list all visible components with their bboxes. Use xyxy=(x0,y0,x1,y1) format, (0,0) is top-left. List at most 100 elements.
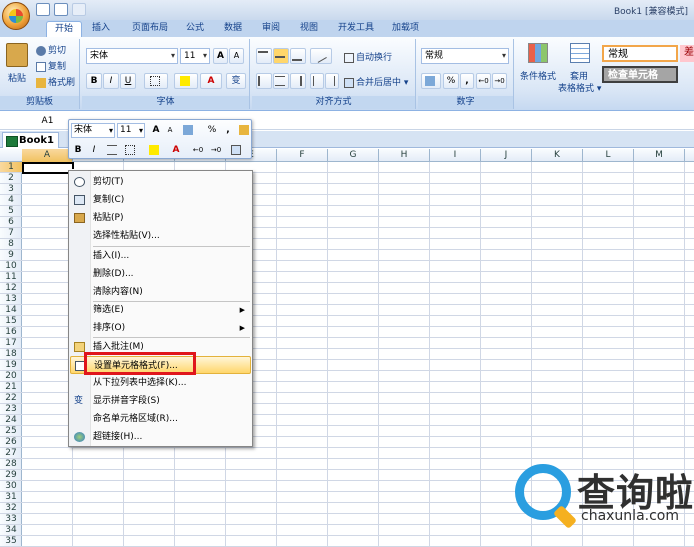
workbook-tab[interactable]: Book1 xyxy=(2,132,59,148)
row-header[interactable]: 33 xyxy=(0,514,22,525)
merge-center-button[interactable]: 合并后居中 ▾ xyxy=(344,75,408,88)
row-header[interactable]: 8 xyxy=(0,239,22,250)
mini-fill-color-button[interactable] xyxy=(147,143,161,157)
mini-comma-button[interactable]: , xyxy=(221,123,235,137)
comma-button[interactable]: , xyxy=(460,73,474,89)
row-header[interactable]: 13 xyxy=(0,294,22,305)
row-header[interactable]: 34 xyxy=(0,525,22,536)
copy-button[interactable]: 复制 xyxy=(36,59,66,72)
row-header[interactable]: 16 xyxy=(0,327,22,338)
customize-qat-icon[interactable] xyxy=(114,3,124,16)
row-header[interactable]: 4 xyxy=(0,195,22,206)
style-bad[interactable]: 差 xyxy=(680,45,694,62)
style-check-cell[interactable]: 检查单元格 xyxy=(602,66,678,83)
tab-addins[interactable]: 加载项 xyxy=(384,21,427,37)
align-middle-button[interactable] xyxy=(273,48,289,64)
menu-item-copy[interactable]: 复制(C) xyxy=(70,191,251,209)
mini-grow-font-button[interactable]: A xyxy=(149,123,163,137)
column-header[interactable]: A xyxy=(22,149,73,162)
row-header[interactable]: 14 xyxy=(0,305,22,316)
tab-page-layout[interactable]: 页面布局 xyxy=(124,21,176,37)
mini-center-button[interactable] xyxy=(105,143,119,157)
font-name-select[interactable]: 宋体 xyxy=(86,48,178,64)
mini-shrink-font-button[interactable]: A xyxy=(163,123,177,137)
mini-size-select[interactable]: 11 xyxy=(117,123,145,138)
row-header[interactable]: 18 xyxy=(0,349,22,360)
row-header[interactable]: 24 xyxy=(0,415,22,426)
row-header[interactable]: 2 xyxy=(0,173,22,184)
row-header[interactable]: 10 xyxy=(0,261,22,272)
row-header[interactable]: 23 xyxy=(0,404,22,415)
row-header[interactable]: 6 xyxy=(0,217,22,228)
menu-item-delete[interactable]: 删除(D)... xyxy=(70,265,251,283)
menu-item-paste-special[interactable]: 选择性粘贴(V)... xyxy=(70,227,251,245)
column-header[interactable]: M xyxy=(634,149,685,162)
wrap-text-button[interactable]: 自动换行 xyxy=(344,50,392,63)
row-header[interactable]: 20 xyxy=(0,371,22,382)
align-center-button[interactable] xyxy=(273,73,289,89)
menu-item-paste[interactable]: 粘贴(P) xyxy=(70,209,251,227)
mini-borders-button[interactable] xyxy=(123,143,137,157)
menu-item-hyperlink[interactable]: 超链接(H)... xyxy=(70,428,251,446)
column-header[interactable]: H xyxy=(379,149,430,162)
row-header[interactable]: 31 xyxy=(0,492,22,503)
row-header[interactable]: 25 xyxy=(0,426,22,437)
column-header[interactable]: I xyxy=(430,149,481,162)
format-painter-button[interactable]: 格式刷 xyxy=(36,75,75,88)
paste-button[interactable]: 粘贴 xyxy=(8,71,26,84)
mini-font-select[interactable]: 宋体 xyxy=(71,123,115,138)
column-header[interactable]: G xyxy=(328,149,379,162)
cut-button[interactable]: 剪切 xyxy=(36,43,66,56)
font-color-button[interactable]: A xyxy=(200,73,222,89)
row-header[interactable]: 22 xyxy=(0,393,22,404)
row-header[interactable]: 27 xyxy=(0,448,22,459)
tab-home[interactable]: 开始 xyxy=(46,21,83,37)
mini-italic-button[interactable]: I xyxy=(87,143,101,157)
mini-increase-decimal-button[interactable]: ←0 xyxy=(191,143,205,157)
underline-button[interactable]: U xyxy=(120,73,136,89)
column-header[interactable]: F xyxy=(277,149,328,162)
phonetic-button[interactable]: 变 xyxy=(226,73,246,89)
increase-decimal-button[interactable]: ←0 xyxy=(476,73,491,89)
tab-view[interactable]: 视图 xyxy=(292,21,326,37)
mini-currency-button[interactable] xyxy=(181,123,195,137)
shrink-font-button[interactable]: A xyxy=(229,48,244,64)
menu-item-filter[interactable]: 筛选(E) ▶ xyxy=(70,301,251,319)
italic-button[interactable]: I xyxy=(103,73,119,89)
grow-font-button[interactable]: A xyxy=(213,48,228,64)
column-header[interactable]: L xyxy=(583,149,634,162)
mini-decrease-decimal-button[interactable]: →0 xyxy=(209,143,223,157)
mini-percent-button[interactable]: % xyxy=(205,123,219,137)
align-top-button[interactable] xyxy=(256,48,272,64)
mini-font-color-button[interactable]: A xyxy=(169,143,183,157)
active-cell-a1[interactable] xyxy=(22,162,76,176)
menu-item-clear-contents[interactable]: 清除内容(N) xyxy=(70,283,251,301)
row-header[interactable]: 3 xyxy=(0,184,22,195)
decrease-indent-button[interactable] xyxy=(310,73,324,89)
row-header[interactable]: 21 xyxy=(0,382,22,393)
table-format-button[interactable]: 表格格式 ▾ xyxy=(558,81,601,94)
row-header[interactable]: 26 xyxy=(0,437,22,448)
row-header[interactable]: 11 xyxy=(0,272,22,283)
menu-item-cut[interactable]: 剪切(T) xyxy=(70,173,251,191)
menu-item-sort[interactable]: 排序(O) ▶ xyxy=(70,319,251,337)
tab-insert[interactable]: 插入 xyxy=(84,21,118,37)
mini-bold-button[interactable]: B xyxy=(71,143,85,157)
row-header[interactable]: 30 xyxy=(0,481,22,492)
redo-icon[interactable] xyxy=(72,3,86,16)
align-right-button[interactable] xyxy=(290,73,306,89)
align-left-button[interactable] xyxy=(256,73,272,89)
percent-button[interactable]: % xyxy=(443,73,459,89)
mini-merge-button[interactable] xyxy=(229,143,243,157)
row-header[interactable]: 9 xyxy=(0,250,22,261)
row-header[interactable]: 15 xyxy=(0,316,22,327)
style-normal[interactable]: 常规 xyxy=(602,45,678,62)
bold-button[interactable]: B xyxy=(86,73,102,89)
save-icon[interactable] xyxy=(36,3,50,16)
column-header[interactable]: K xyxy=(532,149,583,162)
number-format-select[interactable]: 常规 xyxy=(421,48,509,64)
menu-item-show-phonetic[interactable]: 变 显示拼音字段(S) xyxy=(70,392,251,410)
mini-format-painter-button[interactable] xyxy=(237,123,251,137)
borders-button[interactable] xyxy=(144,73,168,89)
tab-data[interactable]: 数据 xyxy=(216,21,250,37)
